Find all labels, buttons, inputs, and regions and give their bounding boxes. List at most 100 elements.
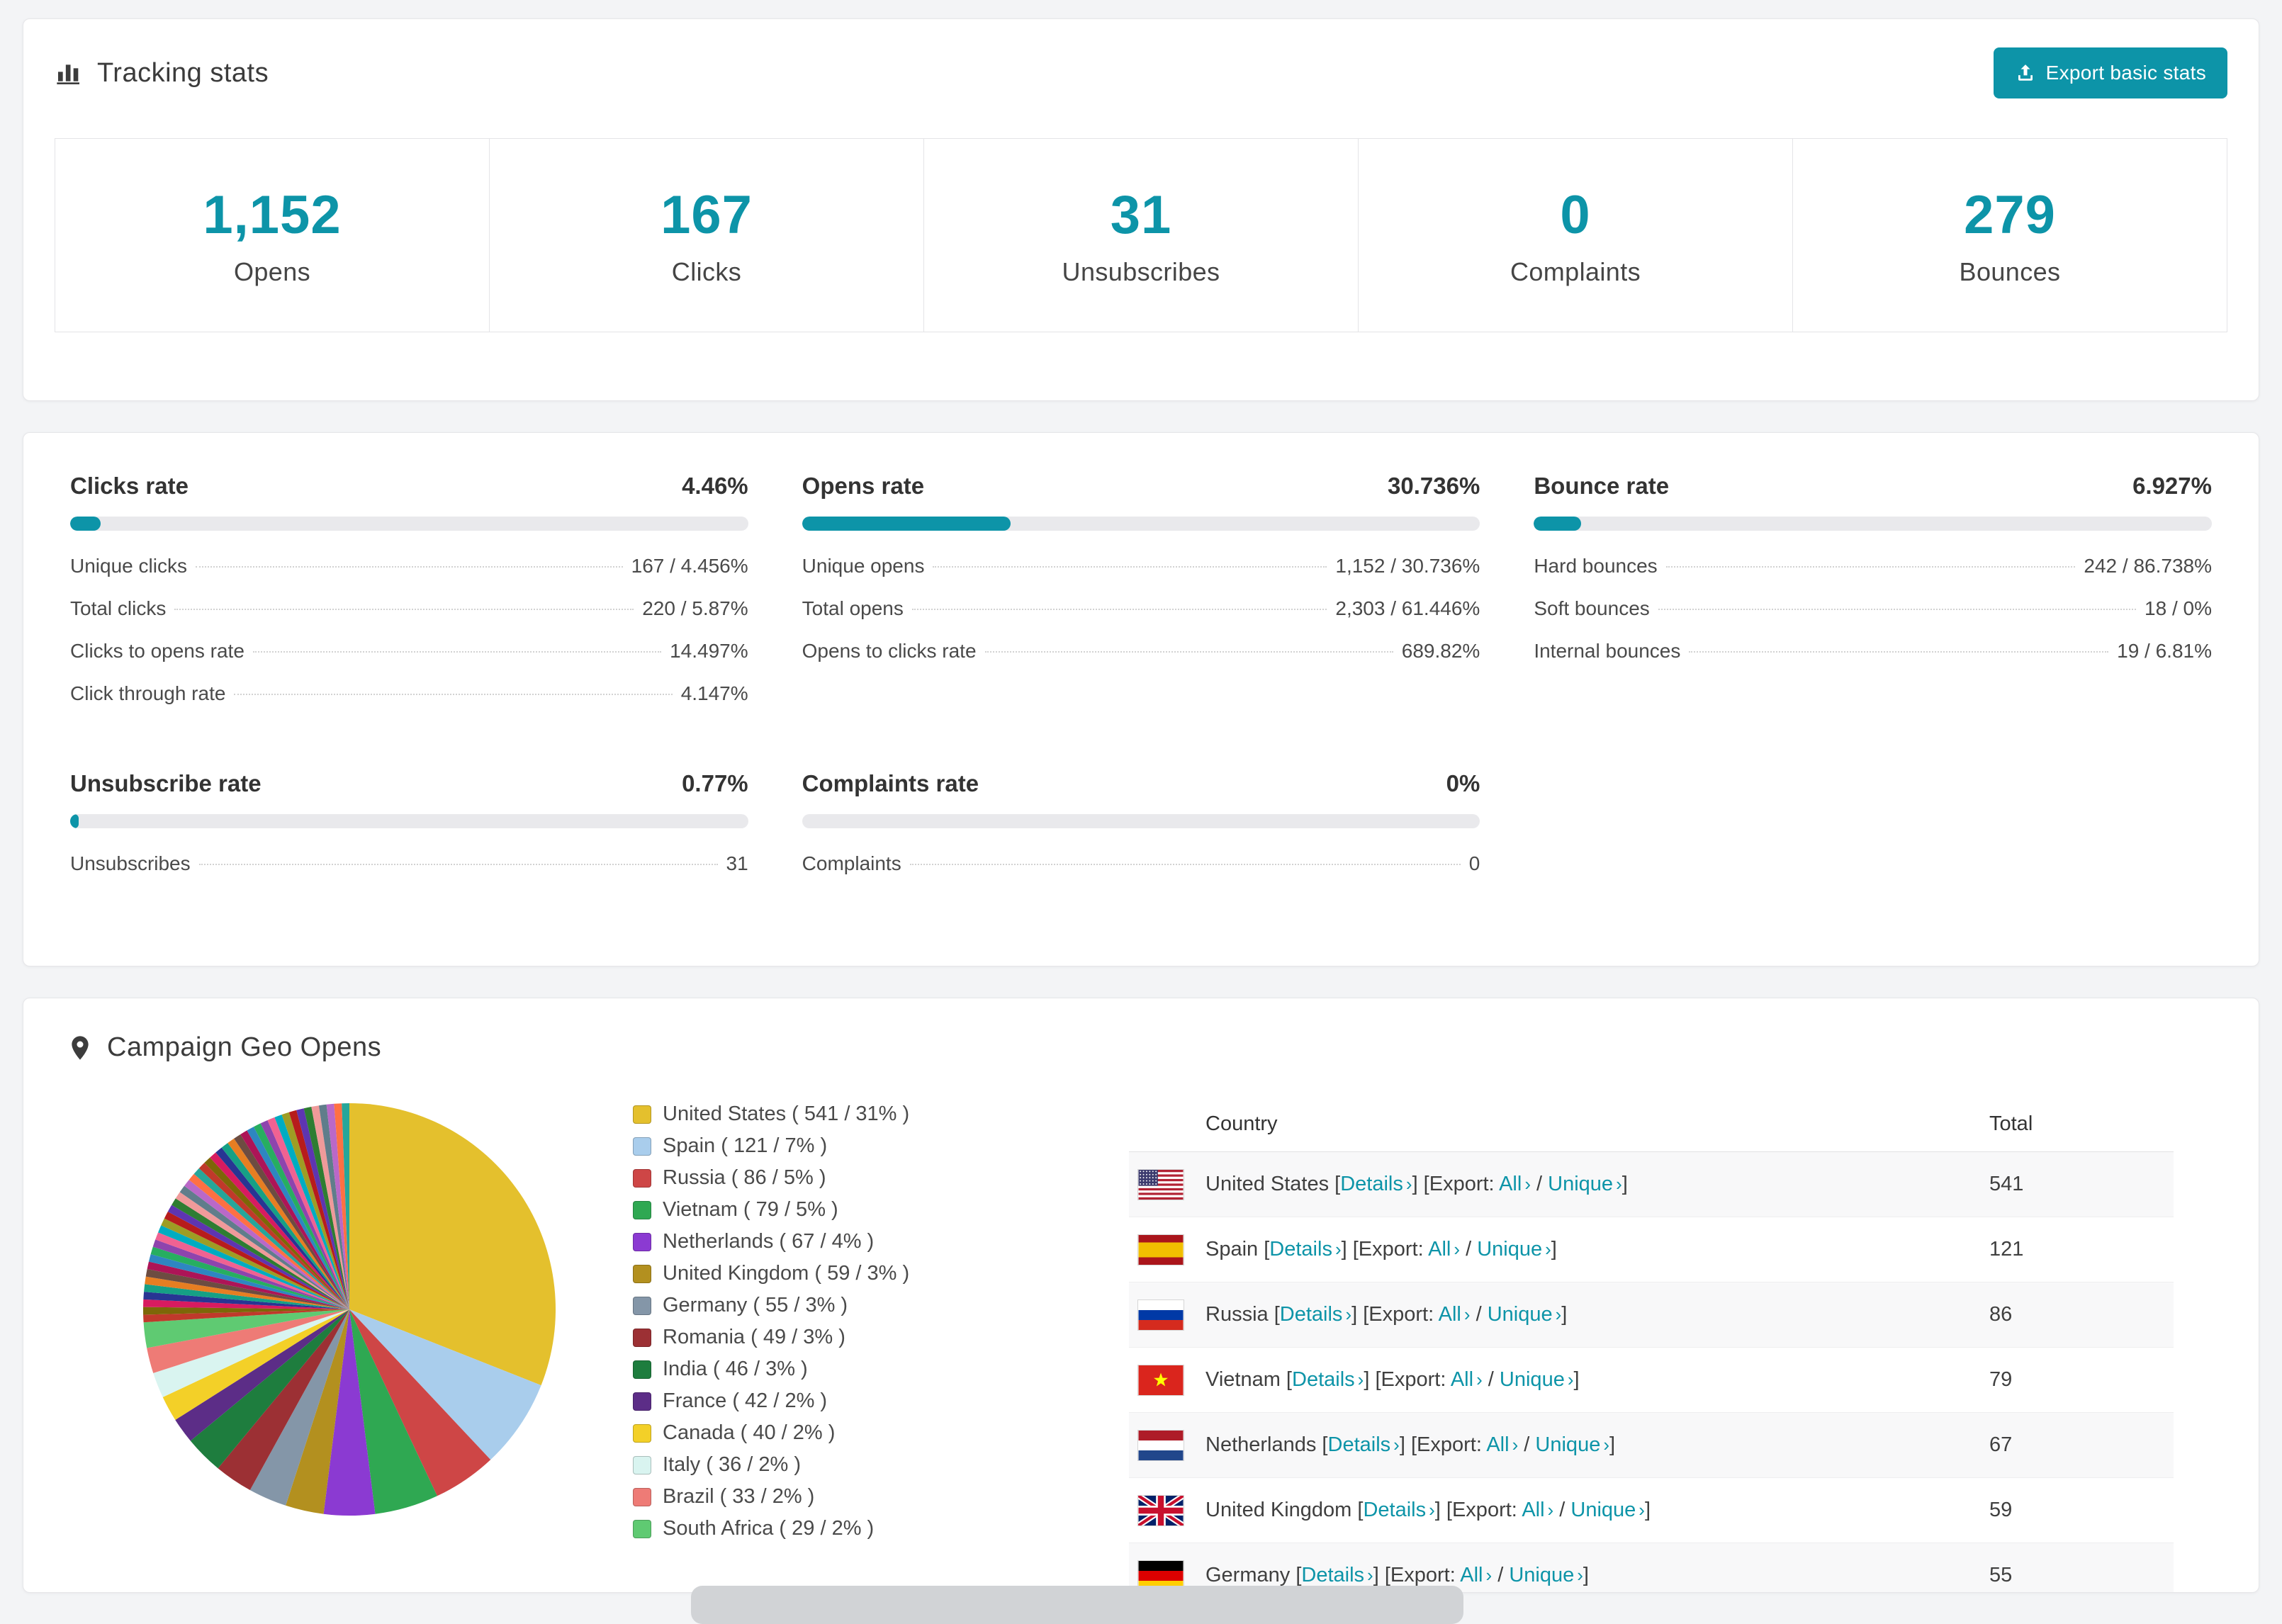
legend-label: Italy ( 36 / 2% ) (663, 1453, 802, 1476)
legend-swatch (633, 1232, 651, 1251)
rate-row-label: Click through rate (70, 682, 226, 704)
details-link[interactable]: Details › (1340, 1173, 1412, 1195)
export-all-link[interactable]: All › (1460, 1564, 1492, 1586)
flag-vn-icon (1137, 1364, 1184, 1396)
legend-label: South Africa ( 29 / 2% ) (663, 1517, 875, 1540)
rates-card: Clicks rate 4.46% Unique clicks 167 / 4.… (23, 432, 2259, 966)
stat-box: 31 Unsubscribes (923, 138, 1359, 332)
rate-row-label: Soft bounces (1534, 597, 1650, 619)
rate-row: Soft bounces 18 / 0% (1534, 597, 2212, 620)
legend-label: United Kingdom ( 59 / 3% ) (663, 1262, 910, 1285)
dotted-leader (234, 694, 673, 695)
rate-row-value: 18 / 0% (2145, 597, 2212, 619)
country-name: United States (1205, 1173, 1330, 1195)
dotted-leader (252, 651, 662, 653)
legend-swatch (633, 1487, 651, 1506)
export-prefix: Export: (1358, 1238, 1424, 1261)
legend-swatch (633, 1264, 651, 1283)
export-all-link[interactable]: All › (1522, 1499, 1553, 1521)
legend-item: Germany ( 55 / 3% ) (633, 1294, 1001, 1317)
legend-swatch (633, 1328, 651, 1347)
details-link[interactable]: Details › (1269, 1238, 1341, 1261)
rate-value: 0.77% (682, 770, 748, 796)
rate-row-label: Clicks to opens rate (70, 640, 244, 662)
rates-top-row: Clicks rate 4.46% Unique clicks 167 / 4.… (70, 473, 2212, 725)
tracking-stats-card: Tracking stats Export basic stats 1,152 … (23, 18, 2259, 401)
legend-item: India ( 46 / 3% ) (633, 1358, 1001, 1381)
dotted-leader (909, 864, 1461, 865)
rate-value: 0% (1446, 770, 1480, 796)
rate-row-label: Complaints (802, 852, 901, 874)
export-all-link[interactable]: All › (1439, 1303, 1471, 1326)
rate-row-label: Opens to clicks rate (802, 640, 977, 662)
legend-label: Spain ( 121 / 7% ) (663, 1134, 828, 1157)
details-link[interactable]: Details › (1328, 1433, 1400, 1456)
export-unique-link[interactable]: Unique › (1548, 1173, 1622, 1195)
legend-label: Brazil ( 33 / 2% ) (663, 1485, 815, 1508)
legend-item: United States ( 541 / 31% ) (633, 1103, 1001, 1126)
country-total: 55 (1989, 1564, 2013, 1586)
rate-rows: Hard bounces 242 / 86.738% Soft bounces … (1534, 555, 2212, 662)
chevron-right-icon: › (1393, 1434, 1400, 1455)
stat-label: Complaints (1510, 256, 1641, 286)
dotted-leader (195, 566, 623, 568)
export-unique-link[interactable]: Unique › (1500, 1368, 1574, 1391)
chevron-right-icon: › (1463, 1304, 1471, 1325)
flag-es-icon (1137, 1234, 1184, 1265)
progress-fill (1534, 517, 1581, 531)
chevron-right-icon: › (1429, 1499, 1435, 1521)
dotted-leader (1689, 651, 2109, 653)
stat-value: 279 (1964, 184, 2056, 245)
rate-rows: Unsubscribes 31 (70, 852, 748, 875)
flag-us-icon (1137, 1168, 1184, 1200)
country-name: Netherlands (1205, 1433, 1317, 1456)
geo-pie-chart (137, 1097, 562, 1522)
details-link[interactable]: Details › (1301, 1564, 1373, 1586)
rate-row: Total opens 2,303 / 61.446% (802, 597, 1480, 620)
export-prefix: Export: (1417, 1433, 1482, 1456)
export-all-link[interactable]: All › (1499, 1173, 1531, 1195)
export-all-link[interactable]: All › (1428, 1238, 1460, 1261)
export-all-link[interactable]: All › (1486, 1433, 1518, 1456)
export-basic-stats-button[interactable]: Export basic stats (1993, 47, 2227, 98)
export-all-link[interactable]: All › (1451, 1368, 1483, 1391)
chevron-right-icon: › (1639, 1499, 1645, 1521)
rate-row-label: Unique clicks (70, 555, 187, 577)
export-unique-link[interactable]: Unique › (1535, 1433, 1609, 1456)
export-unique-link[interactable]: Unique › (1488, 1303, 1562, 1326)
table-header-row: Country Total (1129, 1097, 2174, 1152)
export-unique-link[interactable]: Unique › (1477, 1238, 1551, 1261)
rate-row: Unique clicks 167 / 4.456% (70, 555, 748, 577)
chevron-right-icon: › (1545, 1239, 1551, 1260)
rate-row: Click through rate 4.147% (70, 682, 748, 705)
export-unique-link[interactable]: Unique › (1570, 1499, 1645, 1521)
flag-gb-icon (1137, 1494, 1184, 1526)
export-unique-link[interactable]: Unique › (1509, 1564, 1583, 1586)
stat-box: 1,152 Opens (55, 138, 490, 332)
dotted-leader (984, 651, 1393, 653)
table-row: Netherlands [Details ›] [Export: All › / U… (1129, 1412, 2174, 1478)
progress-bar (802, 814, 1480, 828)
progress-bar (70, 814, 748, 828)
legend-item: Italy ( 36 / 2% ) (633, 1453, 1001, 1477)
legend-label: United States ( 541 / 31% ) (663, 1103, 910, 1125)
legend-swatch (633, 1392, 651, 1411)
legend-label: Germany ( 55 / 3% ) (663, 1294, 848, 1316)
progress-bar (802, 517, 1480, 531)
country-name: Spain (1205, 1238, 1259, 1261)
legend-item: Netherlands ( 67 / 4% ) (633, 1230, 1001, 1253)
details-link[interactable]: Details › (1292, 1368, 1364, 1391)
stat-value: 31 (1110, 184, 1172, 245)
horizontal-scrollbar-thumb[interactable] (691, 1586, 1463, 1624)
legend-label: France ( 42 / 2% ) (663, 1389, 828, 1412)
chevron-right-icon: › (1485, 1564, 1493, 1586)
export-button-label: Export basic stats (2045, 62, 2206, 84)
details-link[interactable]: Details › (1280, 1303, 1351, 1326)
legend-item: Canada ( 40 / 2% ) (633, 1421, 1001, 1445)
details-link[interactable]: Details › (1363, 1499, 1434, 1521)
stat-value: 167 (661, 184, 753, 245)
table-row: United Kingdom [Details ›] [Export: All › … (1129, 1478, 2174, 1543)
stat-box: 279 Bounces (1792, 138, 2227, 332)
country-name: United Kingdom (1205, 1499, 1352, 1521)
export-prefix: Export: (1368, 1303, 1434, 1326)
